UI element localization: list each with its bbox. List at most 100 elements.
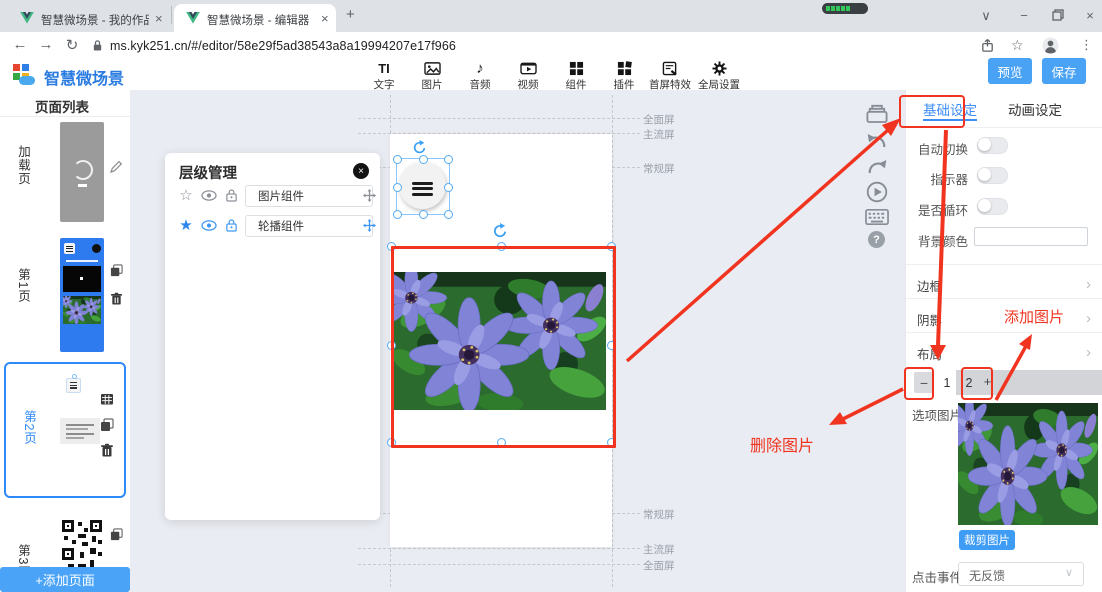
mini-music-icon [92, 244, 101, 253]
browser-tab-my-works[interactable]: 智慧微场景 - 我的作品 × [8, 4, 170, 32]
auto-switch-toggle[interactable] [977, 137, 1008, 154]
help-icon[interactable]: ? [868, 231, 885, 248]
hamburger-menu-component[interactable] [399, 162, 446, 209]
profile-avatar[interactable] [1042, 37, 1059, 54]
window-close-icon[interactable]: × [1076, 8, 1102, 23]
lock-icon[interactable] [225, 188, 238, 202]
indicator-toggle[interactable] [977, 167, 1008, 184]
grid-view-icon[interactable] [100, 392, 114, 406]
chevron-down-icon: ∨ [1065, 566, 1073, 579]
forward-icon[interactable]: → [36, 36, 56, 53]
tab-animation-settings[interactable]: 动画设定 [1008, 99, 1062, 119]
border-section[interactable]: 边框 [917, 276, 942, 295]
layout-section[interactable]: 布局 [917, 344, 942, 363]
window-dropdown-icon[interactable]: ∨ [972, 8, 1000, 24]
selection-handle[interactable] [393, 183, 402, 192]
shadow-section[interactable]: 阴影 [917, 310, 942, 329]
divider [906, 264, 1102, 265]
selection-handle[interactable] [419, 155, 428, 164]
loop-label: 是否循环 [910, 200, 968, 219]
click-event-dropdown[interactable]: 无反馈 ∨ [958, 562, 1084, 586]
selection-handle[interactable] [419, 210, 428, 219]
delete-page-icon[interactable] [110, 292, 123, 305]
selection-handle[interactable] [393, 210, 402, 219]
divider [906, 298, 1102, 299]
browser-menu-icon[interactable]: ⋮ [1080, 37, 1093, 53]
add-page-button[interactable]: +添加页面 [0, 567, 130, 592]
url-text[interactable]: ms.kyk251.cn/#/editor/58e29f5ad38543a8a1… [110, 39, 456, 53]
tool-component[interactable]: 组件 [551, 61, 601, 92]
page-thumbnail[interactable] [60, 238, 104, 352]
page-item-2-selected[interactable]: 第2页 [4, 362, 126, 498]
play-preview-icon[interactable] [865, 181, 889, 203]
tab-close-icon[interactable]: × [146, 11, 172, 26]
selection-handle[interactable] [444, 210, 453, 219]
reload-icon[interactable]: ↻ [62, 36, 82, 54]
selection-handle[interactable] [444, 183, 453, 192]
unlock-icon[interactable] [225, 218, 238, 232]
window-minimize-icon[interactable]: − [1010, 8, 1038, 23]
rotate-handle-icon[interactable] [412, 140, 427, 155]
tool-video[interactable]: 视频 [503, 61, 553, 92]
tab-close-icon[interactable]: × [312, 11, 338, 26]
browser-tab-editor[interactable]: 智慧微场景 - 编辑器 × [174, 4, 336, 32]
crop-image-button[interactable]: 裁剪图片 [959, 530, 1015, 550]
guide-label-mainstream: 主流屏 [643, 127, 675, 142]
tool-plugin[interactable]: 插件 [599, 61, 649, 92]
selection-handle[interactable] [393, 155, 402, 164]
new-tab-button[interactable]: + [346, 6, 355, 23]
undo-icon[interactable] [865, 130, 889, 152]
window-restore-icon[interactable] [1052, 9, 1064, 21]
keyboard-shortcuts-icon[interactable] [865, 206, 889, 228]
tool-text[interactable]: TI 文字 [359, 61, 409, 92]
chevron-right-icon[interactable]: › [1086, 310, 1091, 327]
rotate-handle-icon[interactable] [492, 223, 508, 239]
page-list-sidebar: 页面列表 加载页 第1页 [0, 90, 131, 592]
move-icon[interactable] [363, 189, 376, 202]
back-icon[interactable]: ← [10, 36, 30, 53]
tool-global-settings[interactable]: 全局设置 [694, 61, 744, 92]
page-thumbnail[interactable] [60, 122, 104, 222]
move-icon[interactable] [363, 219, 376, 232]
layer-name-input[interactable]: 图片组件 [245, 185, 373, 207]
page-thumbnail[interactable] [58, 372, 98, 488]
layer-panel-close-button[interactable]: × [353, 163, 369, 179]
copy-page-icon[interactable] [100, 418, 114, 432]
slide-tab-1[interactable]: 1 [939, 371, 955, 394]
hamburger-selection-frame[interactable] [396, 158, 450, 215]
delete-page-icon[interactable] [100, 443, 114, 457]
redo-icon[interactable] [865, 156, 889, 178]
loop-toggle[interactable] [977, 198, 1008, 215]
eye-icon[interactable] [201, 190, 217, 201]
bg-color-label: 背景颜色 [910, 231, 968, 250]
star-outline-icon[interactable]: ☆ [177, 187, 195, 203]
layer-name-input[interactable]: 轮播组件 [245, 215, 373, 237]
splash-effect-icon [662, 61, 678, 76]
eye-icon[interactable] [201, 220, 217, 231]
edit-pencil-icon[interactable] [110, 160, 123, 173]
chevron-right-icon[interactable]: › [1086, 344, 1091, 361]
guide-label-fullscreen: 全面屏 [643, 112, 675, 127]
archive-icon[interactable] [865, 102, 889, 124]
chevron-right-icon[interactable]: › [1086, 276, 1091, 293]
copy-page-icon[interactable] [110, 264, 123, 277]
tool-image[interactable]: 图片 [407, 61, 457, 92]
annotation-box-basic-settings [899, 95, 965, 128]
loading-bar [78, 184, 87, 187]
bookmark-star-icon[interactable]: ☆ [1011, 37, 1024, 54]
option-image-thumbnail[interactable] [958, 403, 1098, 525]
save-button[interactable]: 保存 [1042, 58, 1086, 84]
plugin-grid-icon [617, 61, 632, 76]
bg-color-input[interactable] [974, 227, 1088, 246]
selection-handle[interactable] [444, 155, 453, 164]
tool-audio[interactable]: ♪ 音频 [455, 61, 505, 92]
preview-button[interactable]: 预览 [988, 58, 1032, 84]
tool-splash-effect[interactable]: 首屏特效 [645, 61, 695, 92]
text-tool-icon: TI [359, 61, 409, 76]
page-item-loading[interactable]: 加载页 [0, 120, 130, 232]
share-icon[interactable] [980, 38, 995, 53]
page-item-1[interactable]: 第1页 [0, 236, 130, 354]
copy-page-icon[interactable] [110, 528, 123, 541]
star-filled-icon[interactable]: ★ [177, 217, 195, 233]
app-logo-text: 智慧微场景 [44, 65, 124, 89]
